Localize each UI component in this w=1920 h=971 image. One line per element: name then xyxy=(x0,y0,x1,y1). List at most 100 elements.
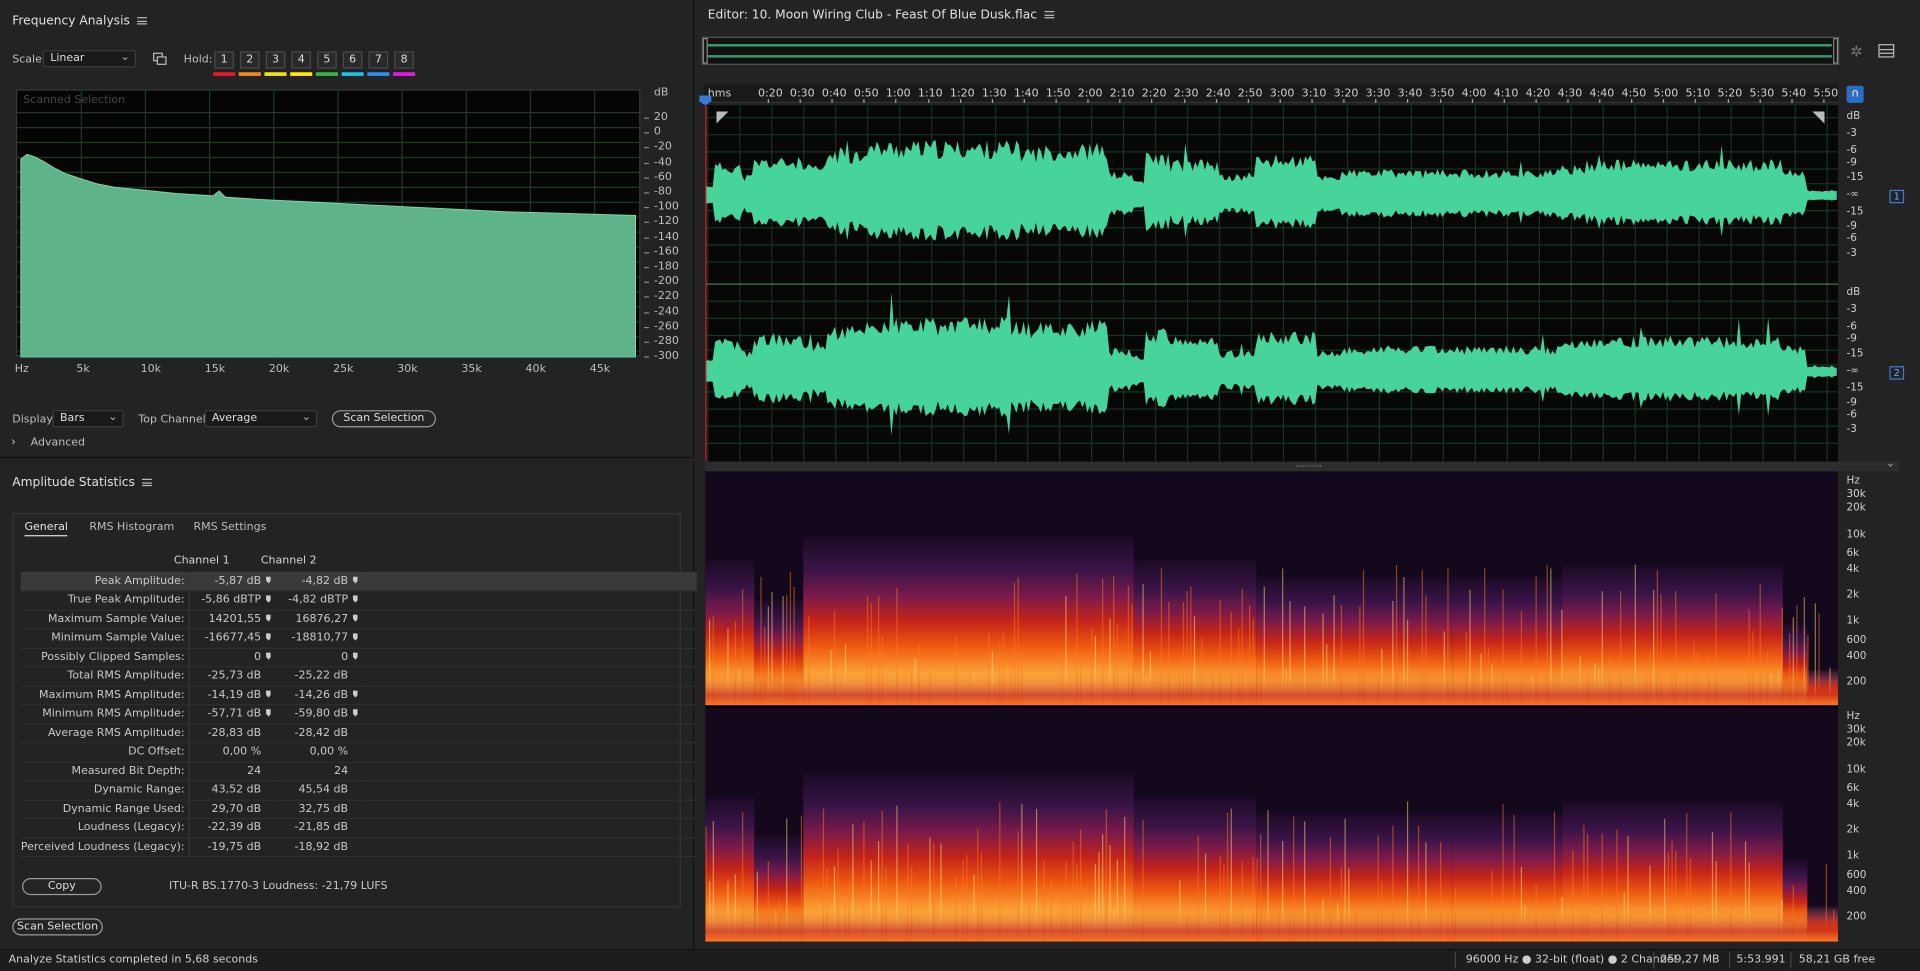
marker-flag-icon[interactable] xyxy=(266,576,271,584)
tab-rms-histogram[interactable]: RMS Histogram xyxy=(89,522,174,534)
marker-flag-icon[interactable] xyxy=(353,614,358,622)
marker-flag-icon[interactable] xyxy=(353,690,358,698)
time-tick-label: 4:30 xyxy=(1557,88,1583,101)
scan-selection-button-2[interactable]: Scan Selection xyxy=(12,918,103,936)
db-tick-label: -9 xyxy=(1846,220,1857,233)
db-tick-label: 20 xyxy=(653,111,668,124)
spectral-view-toggle-icon[interactable] xyxy=(1878,44,1895,58)
time-tick-mark xyxy=(895,99,897,103)
time-tick-label: 0:20 xyxy=(757,88,783,101)
value-text: -4,82 dB xyxy=(301,574,349,588)
zoom-icon[interactable]: ✲ xyxy=(1850,44,1867,59)
marker-flag-icon[interactable] xyxy=(266,709,271,717)
time-tick-mark xyxy=(1823,99,1825,103)
statistics-table: Peak Amplitude: -5,87 dB -4,82 dB True Peak… xyxy=(20,571,705,857)
time-tick-mark xyxy=(1279,99,1281,103)
time-tick-label: 0:50 xyxy=(853,88,879,101)
hz-tick-label: 6k xyxy=(1846,547,1860,560)
top-channel-select[interactable]: Average ⌄ xyxy=(204,410,318,428)
stats-row: Maximum Sample Value: 14201,55 16876,27 xyxy=(20,609,705,629)
stats-channel-2-value: -4,82 dB xyxy=(275,571,363,591)
hold-color-6 xyxy=(341,72,364,76)
value-text: -4,82 dBTP xyxy=(288,594,349,607)
scan-selection-button[interactable]: Scan Selection xyxy=(331,410,436,428)
time-tick-label: 3:10 xyxy=(1301,88,1327,101)
scale-select[interactable]: Linear ⌄ xyxy=(42,50,136,68)
marker-flag-icon[interactable] xyxy=(266,614,271,622)
chevron-right-icon[interactable]: › xyxy=(11,436,16,449)
marker-flag-icon[interactable] xyxy=(353,633,358,641)
overview-left-handle[interactable] xyxy=(702,37,708,64)
display-select[interactable]: Bars ⌄ xyxy=(52,410,124,428)
waveform-overview[interactable] xyxy=(701,36,1840,65)
hold-button-8[interactable]: 8 xyxy=(394,51,414,69)
panel-menu-icon[interactable] xyxy=(142,478,153,487)
db-tick-label: -260 xyxy=(653,320,679,333)
stats-channel-1-value: -22,39 dB xyxy=(188,818,276,838)
marker-flag-icon[interactable] xyxy=(266,633,271,641)
time-tick-label: 0:40 xyxy=(821,88,847,101)
stats-row-label: DC Offset: xyxy=(128,746,185,759)
chevron-down-icon[interactable]: ⌄ xyxy=(1886,458,1895,470)
spectral-display[interactable] xyxy=(705,471,1838,942)
db-tick-label: dB xyxy=(1846,286,1861,299)
waveform-display[interactable] xyxy=(705,105,1838,462)
marker-flag-icon[interactable] xyxy=(266,652,271,660)
value-text: 0 xyxy=(254,651,262,664)
spectrogram-svg xyxy=(705,471,1838,942)
stats-row: Dynamic Range Used: 29,70 dB 32,75 dB xyxy=(20,799,705,819)
marker-flag-icon[interactable] xyxy=(353,595,358,603)
value-text: -5,86 dBTP xyxy=(201,594,262,607)
frequency-grid xyxy=(17,90,642,358)
value-text: -16677,45 xyxy=(204,632,262,645)
hz-tick-label: 1k xyxy=(1846,849,1860,863)
db-tick-mark xyxy=(644,311,649,313)
marker-flag-icon[interactable] xyxy=(353,709,358,717)
frequency-graph[interactable]: Scanned Selection xyxy=(15,89,642,358)
time-tick-label: 2:10 xyxy=(1109,88,1135,101)
overview-right-handle[interactable] xyxy=(1833,37,1838,64)
view-splitter[interactable]: ⌄ xyxy=(705,458,1900,472)
hold-button-3[interactable]: 3 xyxy=(265,51,286,69)
time-tick-label: 4:50 xyxy=(1621,88,1647,101)
hold-button-1[interactable]: 1 xyxy=(214,51,234,69)
db-tick-label: -15 xyxy=(1846,205,1864,218)
value-text: 24 xyxy=(334,765,349,778)
tab-rms-settings[interactable]: RMS Settings xyxy=(193,522,266,534)
marker-flag-icon[interactable] xyxy=(266,595,271,603)
headphones-icon[interactable]: ∩ xyxy=(1846,85,1864,103)
hold-button-7[interactable]: 7 xyxy=(368,51,389,69)
db-tick-label: -40 xyxy=(653,156,672,169)
hold-button-6[interactable]: 6 xyxy=(342,51,363,69)
time-tick-label: 5:10 xyxy=(1685,88,1711,101)
copy-graph-icon[interactable] xyxy=(153,52,168,66)
chevron-down-icon: ⌄ xyxy=(120,51,130,64)
time-tick-label: 4:40 xyxy=(1589,88,1615,101)
hold-button-2[interactable]: 2 xyxy=(240,51,260,69)
channel-2-badge[interactable]: 2 xyxy=(1889,366,1905,380)
panel-menu-icon[interactable] xyxy=(1044,11,1055,19)
db-tick-label: -∞ xyxy=(1846,188,1859,201)
time-tick-mark xyxy=(1151,99,1153,103)
stats-row: Maximum RMS Amplitude: -14,19 dB -14,26 dB xyxy=(20,685,705,705)
stats-row: Total RMS Amplitude: -25,73 dB -25,22 dB xyxy=(20,666,705,686)
time-tick-mark xyxy=(1439,99,1441,103)
tab-general[interactable]: General xyxy=(24,522,68,537)
marker-flag-icon[interactable] xyxy=(353,576,358,584)
stats-channel-2-value: 24 xyxy=(276,762,363,781)
status-file-size: 259,27 MB xyxy=(1660,953,1720,967)
hold-button-5[interactable]: 5 xyxy=(317,51,337,69)
hz-tick-label: 15k xyxy=(204,363,226,376)
value-text: 0 xyxy=(341,651,349,664)
panel-menu-icon[interactable] xyxy=(137,17,147,25)
time-tick-label: 3:30 xyxy=(1365,88,1391,101)
channel-1-badge[interactable]: 1 xyxy=(1889,189,1905,204)
graph-caption: Scanned Selection xyxy=(23,94,126,107)
advanced-toggle[interactable]: Advanced xyxy=(31,437,85,449)
copy-button[interactable]: Copy xyxy=(22,877,102,896)
time-tick-mark xyxy=(1631,99,1633,103)
value-text: -18,92 dB xyxy=(294,840,349,854)
marker-flag-icon[interactable] xyxy=(353,652,358,660)
marker-flag-icon[interactable] xyxy=(266,690,271,698)
hold-button-4[interactable]: 4 xyxy=(291,51,312,69)
